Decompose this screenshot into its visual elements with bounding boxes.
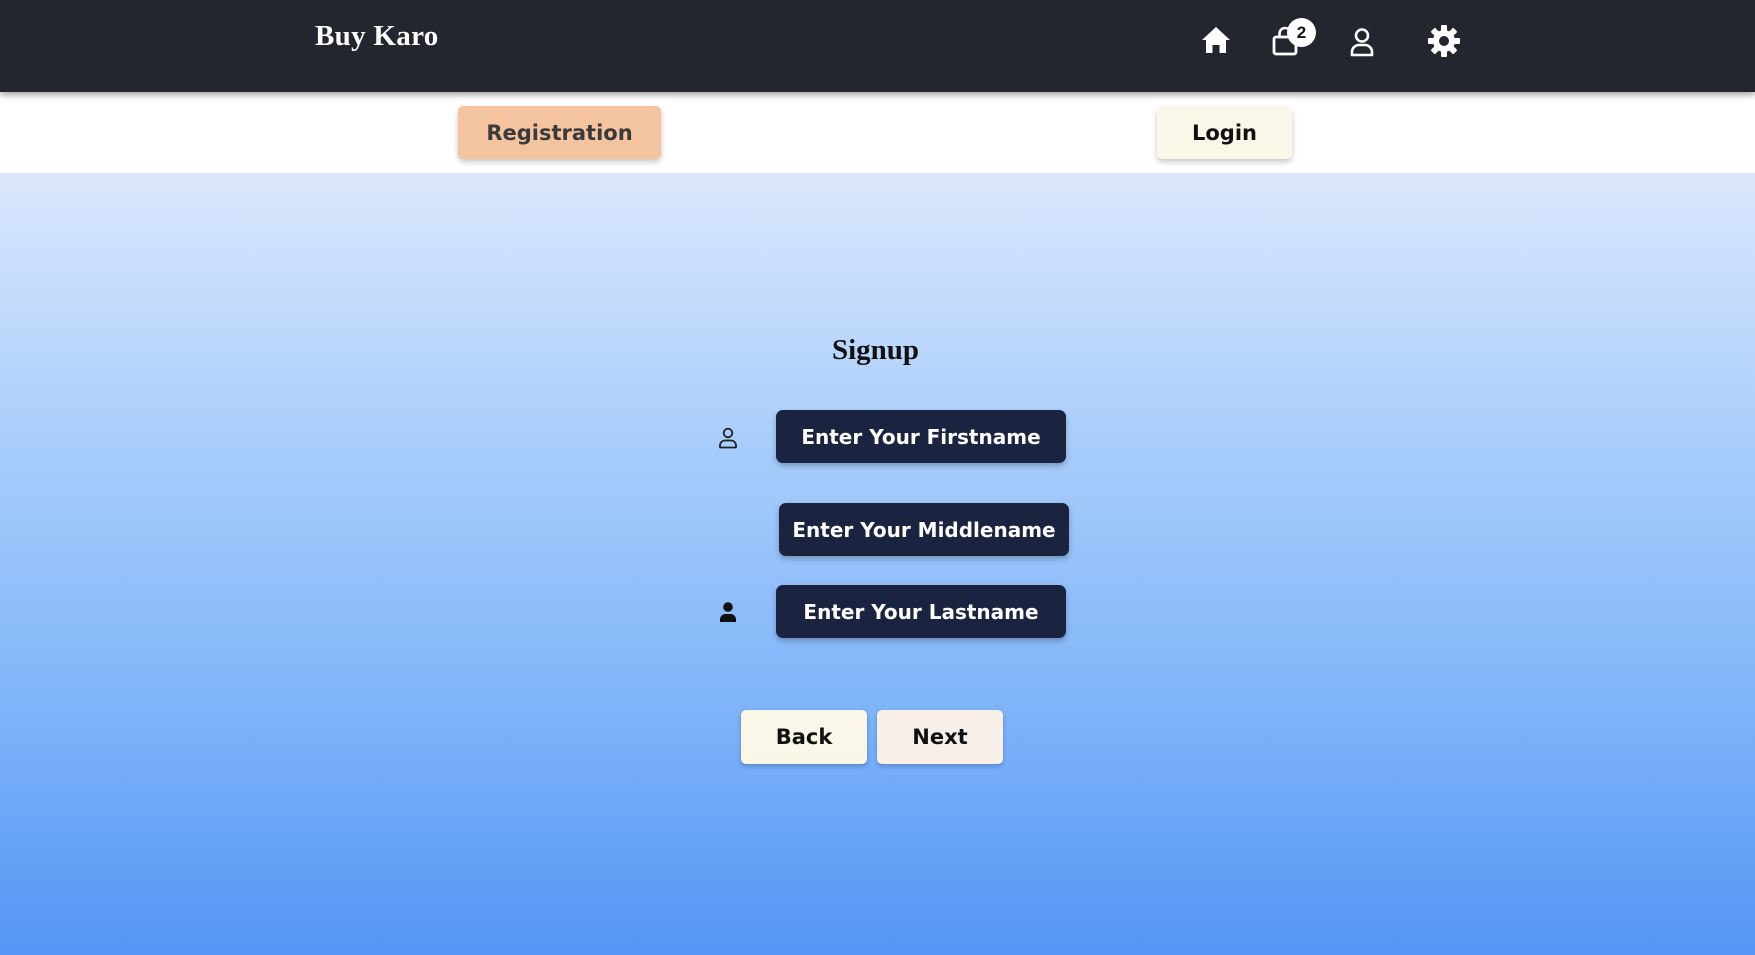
- cart-count-badge: 2: [1287, 18, 1316, 47]
- page-title: Signup: [0, 334, 1755, 367]
- tab-registration[interactable]: Registration: [458, 106, 661, 159]
- signup-title-text: Signup: [831, 334, 920, 366]
- lastname-input[interactable]: [776, 585, 1066, 638]
- tab-login[interactable]: Login: [1157, 106, 1292, 159]
- middlename-input[interactable]: [779, 503, 1069, 556]
- gear-icon[interactable]: [1427, 24, 1461, 58]
- home-icon[interactable]: [1200, 25, 1232, 55]
- firstname-input[interactable]: [776, 410, 1066, 463]
- user-outline-icon: [719, 427, 737, 449]
- user-icon[interactable]: [1349, 27, 1375, 57]
- top-navbar: Buy Karo 2: [0, 0, 1755, 92]
- brand-logo[interactable]: Buy Karo: [315, 20, 439, 53]
- next-button[interactable]: Next: [877, 710, 1003, 764]
- user-filled-icon: [720, 602, 736, 622]
- auth-tab-bar: Registration Login: [0, 92, 1755, 173]
- back-button[interactable]: Back: [741, 710, 867, 764]
- signup-panel: Signup Back Next: [0, 173, 1755, 955]
